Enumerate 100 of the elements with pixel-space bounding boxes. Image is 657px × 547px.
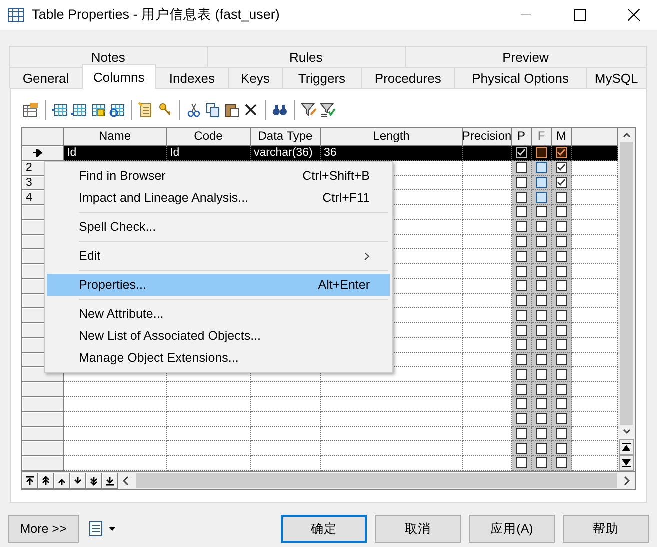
menu-item[interactable]: Find in Browser Ctrl+Shift+B [47,165,390,187]
checkbox[interactable] [536,295,547,306]
column-header[interactable]: Code [167,128,251,146]
checkbox[interactable] [516,221,527,232]
print-icon[interactable] [87,521,119,537]
checkbox[interactable] [556,206,567,218]
menu-item[interactable]: Properties... Alt+Enter [47,274,390,296]
column-header[interactable]: Name [64,128,167,146]
checkbox[interactable] [516,324,527,336]
tab[interactable]: Notes [9,46,208,67]
checkbox[interactable] [556,457,567,468]
checkbox[interactable] [536,428,547,439]
cut-icon[interactable] [186,102,202,118]
checkbox[interactable] [536,339,547,350]
checkbox[interactable] [556,398,567,410]
checkbox[interactable] [556,295,567,306]
tab[interactable]: Keys [228,67,283,88]
checkbox[interactable] [516,295,527,306]
dialog-button[interactable]: 确定 [281,515,367,543]
tab[interactable]: MySQL [586,67,648,88]
checkbox[interactable] [516,442,527,454]
column-header[interactable]: Length [321,128,463,146]
checkbox[interactable] [516,354,527,366]
checkbox[interactable] [536,266,547,276]
checkbox[interactable] [556,310,567,321]
checkbox[interactable] [556,413,567,424]
column-header[interactable]: P [512,128,532,146]
checkbox[interactable] [516,398,527,410]
tab[interactable]: Triggers [282,67,362,88]
checkbox[interactable] [556,384,567,395]
tab[interactable]: Physical Options [454,67,588,88]
column-header[interactable]: Precision [463,128,512,146]
filter-edit-icon[interactable] [301,102,317,118]
checkbox[interactable] [536,250,547,262]
menu-item[interactable]: Edit [47,245,390,267]
copy-icon[interactable] [205,102,221,118]
checkbox[interactable] [536,442,547,454]
checkbox[interactable] [556,280,567,292]
checkbox[interactable] [516,339,527,350]
move-page-up-icon[interactable] [41,476,51,486]
checkbox[interactable] [536,384,547,395]
menu-item[interactable]: Manage Object Extensions... [47,347,390,369]
checkbox[interactable] [556,162,567,174]
more-button[interactable]: More >> [8,515,79,543]
table-properties-icon[interactable] [23,102,39,118]
add-columns-icon[interactable] [90,102,106,118]
checkbox[interactable] [516,250,527,262]
checkbox[interactable] [536,354,547,366]
move-top-icon[interactable] [25,476,35,486]
checkbox[interactable] [516,236,527,247]
dialog-button[interactable]: 应用(A) [469,515,555,543]
checkbox[interactable] [516,192,527,203]
move-down-icon[interactable] [73,476,83,486]
reuse-columns-icon[interactable] [109,102,125,118]
checkbox[interactable] [536,280,547,292]
checkbox[interactable] [536,324,547,336]
menu-item[interactable]: New List of Associated Objects... [47,325,390,347]
move-bottom-icon[interactable] [105,476,115,486]
scroll-bottom-icon[interactable] [622,458,631,468]
add-row-icon[interactable] [71,102,87,118]
checkbox[interactable] [536,176,547,188]
menu-item[interactable]: New Attribute... [47,303,390,325]
checkbox[interactable] [516,384,527,395]
checkbox[interactable] [516,368,527,380]
checkbox[interactable] [556,368,567,380]
checkbox[interactable] [536,162,547,174]
checkbox[interactable] [556,192,567,203]
checkbox[interactable] [516,310,527,321]
menu-item[interactable]: Spell Check... [47,216,390,238]
scroll-left-icon[interactable] [122,476,130,486]
checkbox[interactable] [536,457,547,468]
column-header[interactable]: M [552,128,572,146]
checkbox[interactable] [536,206,547,218]
checkbox[interactable] [516,162,527,174]
checkbox[interactable] [556,339,567,350]
maximize-icon[interactable] [574,9,586,21]
checkbox[interactable] [516,176,527,188]
checkbox[interactable] [556,428,567,439]
delete-icon[interactable] [243,102,259,118]
column-header[interactable]: F [532,128,552,146]
row-header[interactable] [22,146,64,161]
checkbox[interactable] [556,354,567,366]
checkbox[interactable] [536,221,547,232]
move-page-down-icon[interactable] [89,476,99,486]
dialog-button[interactable]: 取消 [375,515,461,543]
checkbox[interactable] [536,236,547,247]
insert-row-icon[interactable] [52,102,68,118]
checkbox[interactable] [556,221,567,232]
checkbox[interactable] [556,324,567,336]
checkbox[interactable] [536,147,547,158]
filter-check-icon[interactable] [320,102,336,118]
tab[interactable]: General [9,67,84,88]
close-icon[interactable] [628,9,640,21]
column-header[interactable]: Data Type [251,128,321,146]
checkbox[interactable] [536,368,547,380]
checkbox[interactable] [556,442,567,454]
checkbox[interactable] [536,192,547,203]
checkbox[interactable] [516,206,527,218]
paste-icon[interactable] [224,102,240,118]
checkbox[interactable] [516,428,527,439]
